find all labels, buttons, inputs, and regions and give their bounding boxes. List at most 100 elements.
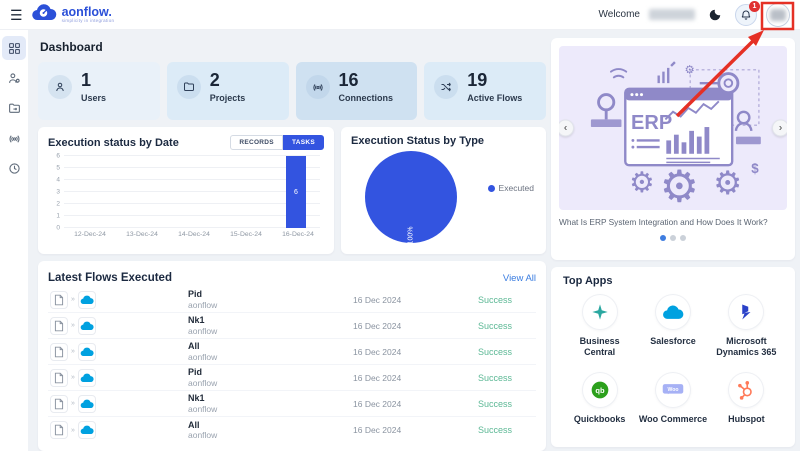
flow-status: Success bbox=[478, 321, 536, 331]
view-all-link[interactable]: View All bbox=[503, 273, 536, 284]
notification-badge: 1 bbox=[749, 1, 760, 12]
bar-chart-plot: 6 5 4 3 2 1 0 6 bbox=[64, 156, 324, 228]
flow-row[interactable]: » Allaonflow 16 Dec 2024 Success bbox=[48, 417, 536, 443]
stat-card-active-flows[interactable]: 19 Active Flows bbox=[424, 62, 546, 120]
page-title: Dashboard bbox=[40, 40, 546, 54]
tasks-toggle-button[interactable]: TASKS bbox=[283, 135, 324, 150]
sidebar-item-connections[interactable] bbox=[2, 126, 26, 150]
sidebar bbox=[0, 30, 28, 451]
brand-tagline: simplicity in integration bbox=[62, 18, 115, 23]
flow-app: aonflow bbox=[188, 326, 353, 336]
svg-text:⚙: ⚙ bbox=[684, 65, 694, 77]
flow-app: aonflow bbox=[188, 352, 353, 362]
flow-row[interactable]: » Nk1aonflow 16 Dec 2024 Success bbox=[48, 313, 536, 339]
signal-icon bbox=[306, 75, 330, 99]
flow-date: 16 Dec 2024 bbox=[353, 373, 478, 383]
flow-name: Pid bbox=[188, 289, 353, 300]
pie-slice-executed[interactable]: 100% bbox=[365, 151, 457, 243]
execution-by-type-card: Execution Status by Type 100% Executed bbox=[341, 127, 546, 254]
user-icon bbox=[48, 75, 72, 99]
flow-row[interactable]: » Pidaonflow 16 Dec 2024 Success bbox=[48, 287, 536, 313]
flow-direction-icon: » bbox=[71, 348, 75, 355]
source-app-icon bbox=[50, 395, 68, 413]
flow-name: Nk1 bbox=[188, 393, 353, 404]
flow-date: 16 Dec 2024 bbox=[353, 321, 478, 331]
y-tick: 3 bbox=[50, 189, 60, 196]
x-axis-labels: 12-Dec-24 13-Dec-24 14-Dec-24 15-Dec-24 … bbox=[64, 231, 324, 238]
dynamics-365-icon bbox=[729, 295, 763, 329]
y-tick: 5 bbox=[50, 165, 60, 172]
notifications-button[interactable]: 1 bbox=[735, 4, 757, 26]
flow-row[interactable]: » Nk1aonflow 16 Dec 2024 Success bbox=[48, 391, 536, 417]
article-caption[interactable]: What Is ERP System Integration and How D… bbox=[559, 217, 787, 227]
x-tick: 15-Dec-24 bbox=[220, 231, 272, 238]
flow-direction-icon: » bbox=[71, 427, 75, 434]
records-tasks-toggle: RECORDS TASKS bbox=[230, 135, 324, 150]
x-tick: 13-Dec-24 bbox=[116, 231, 168, 238]
woo-commerce-icon: Woo bbox=[656, 373, 690, 407]
stat-card-connections[interactable]: 16 Connections bbox=[296, 62, 418, 120]
stat-label: Active Flows bbox=[467, 93, 522, 103]
x-tick: 16-Dec-24 bbox=[272, 231, 324, 238]
app-quickbooks[interactable]: qb Quickbooks bbox=[563, 373, 636, 425]
brand-logo[interactable]: aonflow. simplicity in integration bbox=[31, 4, 115, 26]
chart-title: Execution status by Date bbox=[48, 137, 179, 149]
svg-text:⚙: ⚙ bbox=[660, 163, 699, 204]
carousel-dot-3[interactable] bbox=[680, 235, 686, 241]
hamburger-menu-icon[interactable]: ☰ bbox=[10, 8, 23, 22]
flow-date: 16 Dec 2024 bbox=[353, 399, 478, 409]
app-business-central[interactable]: Business Central bbox=[563, 295, 636, 359]
flow-app: aonflow bbox=[188, 430, 353, 440]
flow-row[interactable]: » Pidaonflow 16 Dec 2024 Success bbox=[48, 365, 536, 391]
svg-text:$: $ bbox=[751, 161, 759, 176]
svg-text:⚙: ⚙ bbox=[629, 167, 655, 199]
carousel-dot-1[interactable] bbox=[660, 235, 666, 241]
sidebar-item-projects[interactable] bbox=[2, 96, 26, 120]
tasks-bar-16-dec[interactable]: 6 bbox=[286, 156, 306, 228]
chart-title: Execution Status by Type bbox=[351, 135, 536, 147]
folder-icon bbox=[177, 75, 201, 99]
avatar-redacted bbox=[770, 9, 786, 21]
app-label: Salesforce bbox=[650, 336, 696, 347]
article-carousel-card: ⚙ ERP $ ⚙ ⚙ bbox=[551, 38, 795, 260]
app-label: Business Central bbox=[563, 336, 636, 359]
signal-icon bbox=[8, 132, 21, 145]
svg-text:Woo: Woo bbox=[667, 387, 678, 393]
app-label: Woo Commerce bbox=[639, 414, 707, 425]
flow-date: 16 Dec 2024 bbox=[353, 295, 478, 305]
x-tick: 12-Dec-24 bbox=[64, 231, 116, 238]
records-toggle-button[interactable]: RECORDS bbox=[230, 135, 283, 150]
dark-mode-toggle[interactable] bbox=[704, 4, 726, 26]
main-content: Dashboard 1 Users 2 Projects bbox=[28, 30, 800, 451]
source-app-icon bbox=[50, 343, 68, 361]
app-salesforce[interactable]: Salesforce bbox=[636, 295, 709, 359]
x-tick: 14-Dec-24 bbox=[168, 231, 220, 238]
app-hubspot[interactable]: Hubspot bbox=[710, 373, 783, 425]
salesforce-app-icon bbox=[78, 369, 96, 387]
folder-icon bbox=[8, 102, 21, 115]
flow-name: Pid bbox=[188, 367, 353, 378]
carousel-dots bbox=[559, 235, 787, 241]
top-apps-card: Top Apps Business Central Salesforce bbox=[551, 267, 795, 447]
flow-date: 16 Dec 2024 bbox=[353, 347, 478, 357]
app-microsoft-dynamics-365[interactable]: Microsoft Dynamics 365 bbox=[710, 295, 783, 359]
carousel-dot-2[interactable] bbox=[670, 235, 676, 241]
flow-row[interactable]: » Allaonflow 16 Dec 2024 Success bbox=[48, 339, 536, 365]
source-app-icon bbox=[50, 369, 68, 387]
app-header: ☰ aonflow. simplicity in integration Wel… bbox=[0, 0, 800, 30]
stat-label: Connections bbox=[339, 93, 394, 103]
pie-percent-label: 100% bbox=[408, 227, 415, 245]
stat-card-users[interactable]: 1 Users bbox=[38, 62, 160, 120]
flow-app: aonflow bbox=[188, 404, 353, 414]
flow-status: Success bbox=[478, 295, 536, 305]
stat-card-projects[interactable]: 2 Projects bbox=[167, 62, 289, 120]
app-woo-commerce[interactable]: Woo Woo Commerce bbox=[636, 373, 709, 425]
user-avatar[interactable] bbox=[766, 3, 790, 27]
flow-date: 16 Dec 2024 bbox=[353, 425, 478, 435]
carousel-next-button[interactable]: › bbox=[772, 120, 787, 137]
moon-icon bbox=[708, 8, 722, 22]
sidebar-item-users[interactable] bbox=[2, 66, 26, 90]
flow-direction-icon: » bbox=[71, 322, 75, 329]
sidebar-item-dashboard[interactable] bbox=[2, 36, 26, 60]
sidebar-item-history[interactable] bbox=[2, 156, 26, 180]
